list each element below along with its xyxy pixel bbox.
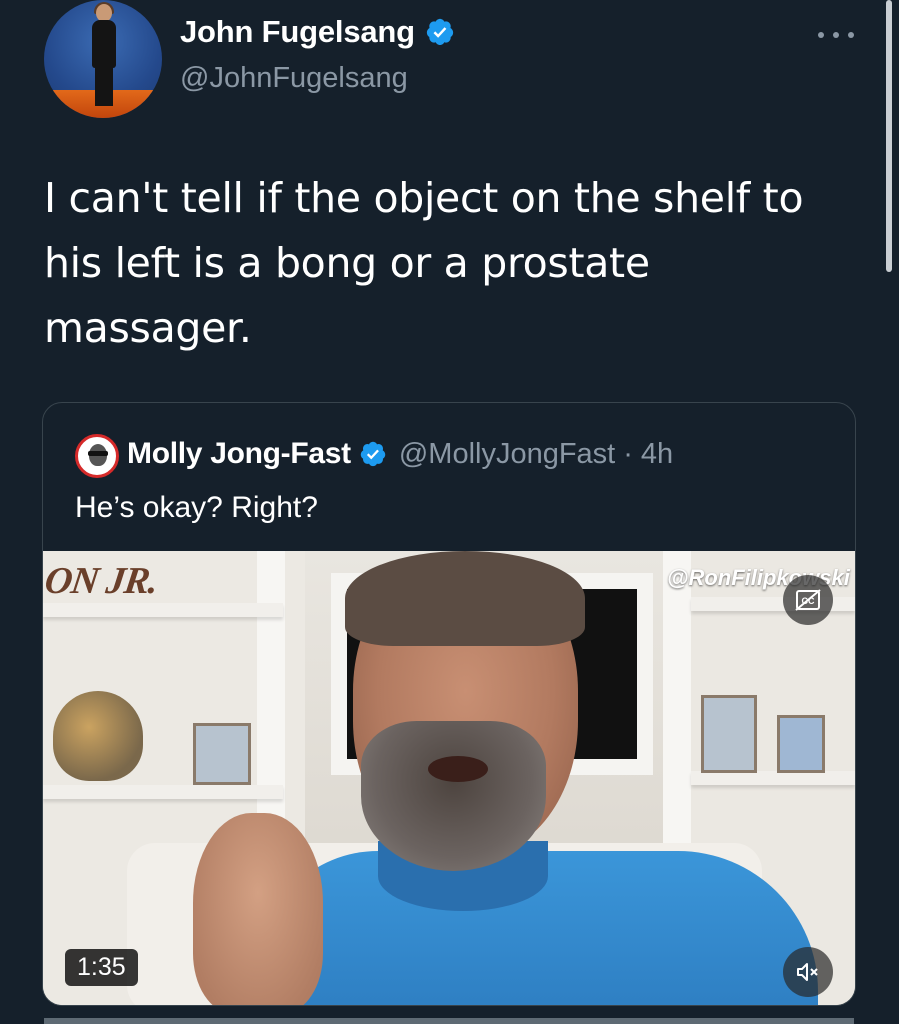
picture-frame [777,715,825,773]
closed-captions-icon[interactable]: CC [783,575,833,625]
picture-frame [701,695,757,773]
quoted-author-display-name[interactable]: Molly Jong-Fast [127,437,351,471]
quoted-author-handle[interactable]: @MollyJongFast [399,438,615,471]
picture-frame [193,723,251,785]
muted-speaker-icon[interactable] [783,947,833,997]
scrollbar[interactable] [886,0,892,272]
speaker-glyph [797,963,818,981]
video-player[interactable]: ON JR. @RonFilipkowski CC 1:35 [43,551,855,1005]
author-display-name[interactable]: John Fugelsang [180,14,415,50]
verified-badge-icon [360,441,386,467]
author-handle[interactable]: @JohnFugelsang [180,62,408,95]
video-duration: 1:35 [65,949,138,986]
avatar-suit [92,20,116,68]
glass-object [53,691,143,781]
tweet-text: I can't tell if the object on the shelf … [44,174,804,352]
more-options-icon[interactable] [818,28,854,42]
quoted-author-row: Molly Jong-Fast @MollyJongFast · 4h [127,437,673,471]
tweet-detail-screen: John Fugelsang @JohnFugelsang I can't te… [0,0,899,1024]
verified-badge-icon [426,18,454,46]
bookcase-post [663,551,691,851]
author-name-row: John Fugelsang [180,14,455,50]
person-mouth [428,756,488,782]
captions-glyph: CC [795,589,821,611]
person-beard [361,721,546,871]
person-hair [345,551,585,646]
avatar-glasses [88,451,108,456]
video-overlay-logo: ON JR. [43,560,161,602]
bookcase-shelf [43,785,283,799]
avatar-legs [95,66,113,106]
quoted-timestamp[interactable]: 4h [641,438,673,471]
quoted-tweet-card[interactable]: Molly Jong-Fast @MollyJongFast · 4h He’s… [42,402,856,1006]
bookcase-shelf [691,771,855,785]
quoted-tweet-text: He’s okay? Right? [75,491,318,524]
bookcase-shelf [43,603,283,617]
more-dot [848,32,854,38]
quoted-author-avatar[interactable] [75,434,119,478]
author-avatar[interactable] [44,0,162,118]
person-hand [193,813,323,1005]
next-content-edge [44,1018,854,1024]
meta-separator: · [623,437,633,470]
more-dot [818,32,824,38]
more-dot [833,32,839,38]
bookcase-post [257,551,285,851]
